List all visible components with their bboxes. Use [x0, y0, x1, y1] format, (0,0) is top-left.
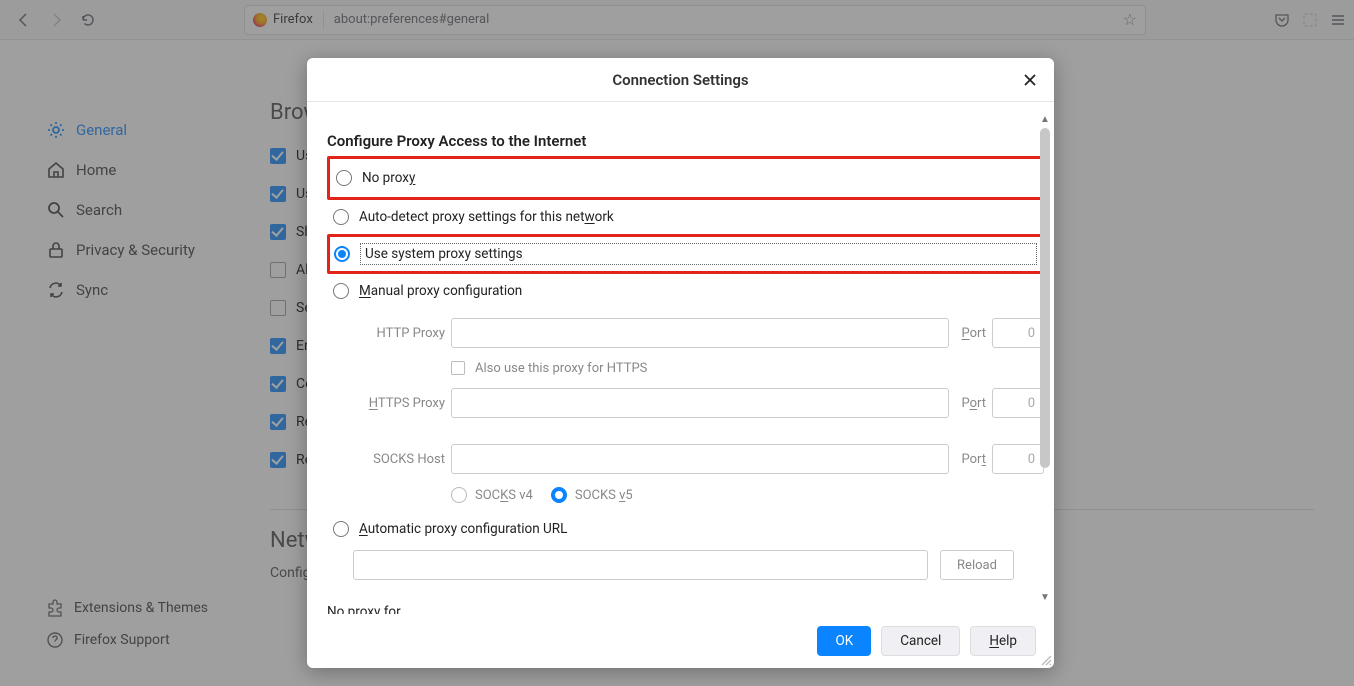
- scroll-track[interactable]: [1038, 128, 1052, 588]
- auto-url-row: Reload: [353, 544, 1044, 586]
- socks-version-row: SOCKS v4 SOCKS v5: [451, 480, 1044, 510]
- port-label: Port: [961, 326, 986, 341]
- port-label: Port: [961, 452, 986, 467]
- radio-no-proxy[interactable]: No proxy: [336, 163, 1035, 193]
- http-proxy-input[interactable]: [451, 318, 949, 348]
- https-proxy-row: HTTPS Proxy Port: [347, 382, 1044, 424]
- manual-proxy-fields: HTTP Proxy Port Also use this proxy for …: [347, 312, 1044, 510]
- radio-icon-selected: [551, 487, 567, 503]
- radio-icon: [333, 521, 349, 537]
- radio-use-system[interactable]: Use system proxy settings: [334, 239, 1037, 269]
- radio-socks5[interactable]: SOCKS v5: [551, 487, 633, 503]
- dialog-scrollbar[interactable]: ▲ ▼: [1038, 112, 1052, 604]
- https-port-input[interactable]: [992, 388, 1044, 418]
- radio-icon: [451, 487, 467, 503]
- scroll-thumb[interactable]: [1040, 128, 1050, 468]
- radio-icon-selected: [334, 246, 350, 262]
- socks-port-input[interactable]: [992, 444, 1044, 474]
- http-port-input[interactable]: [992, 318, 1044, 348]
- radio-icon: [336, 170, 352, 186]
- radio-icon: [333, 209, 349, 225]
- https-proxy-label: HTTPS Proxy: [347, 396, 445, 411]
- port-label: Port: [961, 396, 986, 411]
- connection-settings-dialog: Connection Settings Configure Proxy Acce…: [307, 58, 1054, 668]
- also-use-https-label: Also use this proxy for HTTPS: [475, 361, 647, 376]
- radio-icon: [333, 283, 349, 299]
- socks-host-row: SOCKS Host Port: [347, 438, 1044, 480]
- also-use-https-row[interactable]: Also use this proxy for HTTPS: [451, 354, 1044, 382]
- resize-grip-icon[interactable]: [1038, 652, 1052, 666]
- socks-host-label: SOCKS Host: [347, 452, 445, 467]
- highlight-use-system: Use system proxy settings: [327, 234, 1044, 274]
- no-proxy-for-label: No proxy for: [327, 604, 1044, 614]
- close-icon: [1023, 73, 1037, 87]
- help-button[interactable]: Help: [970, 626, 1036, 656]
- http-proxy-row: HTTP Proxy Port: [347, 312, 1044, 354]
- radio-auto-detect[interactable]: Auto-detect proxy settings for this netw…: [333, 202, 1044, 232]
- dialog-footer: OK Cancel Help: [307, 614, 1054, 668]
- auto-url-input[interactable]: [353, 550, 928, 580]
- cancel-button[interactable]: Cancel: [881, 626, 960, 656]
- dialog-title: Connection Settings: [612, 71, 748, 89]
- scroll-up-icon[interactable]: ▲: [1038, 112, 1052, 126]
- radio-socks4[interactable]: SOCKS v4: [451, 487, 533, 503]
- reload-pac-button[interactable]: Reload: [940, 550, 1014, 580]
- close-button[interactable]: [1016, 66, 1044, 94]
- dialog-body: Configure Proxy Access to the Internet N…: [307, 102, 1054, 614]
- radio-auto-url[interactable]: Automatic proxy configuration URL: [333, 514, 1044, 544]
- highlight-no-proxy: No proxy: [327, 156, 1044, 200]
- dialog-header: Connection Settings: [307, 58, 1054, 102]
- proxy-section-heading: Configure Proxy Access to the Internet: [327, 132, 1044, 150]
- ok-button[interactable]: OK: [817, 626, 871, 656]
- https-proxy-input[interactable]: [451, 388, 949, 418]
- checkbox-icon: [451, 361, 465, 375]
- http-proxy-label: HTTP Proxy: [347, 326, 445, 341]
- radio-manual[interactable]: Manual proxy configuration: [333, 276, 1044, 306]
- scroll-down-icon[interactable]: ▼: [1038, 590, 1052, 604]
- socks-host-input[interactable]: [451, 444, 949, 474]
